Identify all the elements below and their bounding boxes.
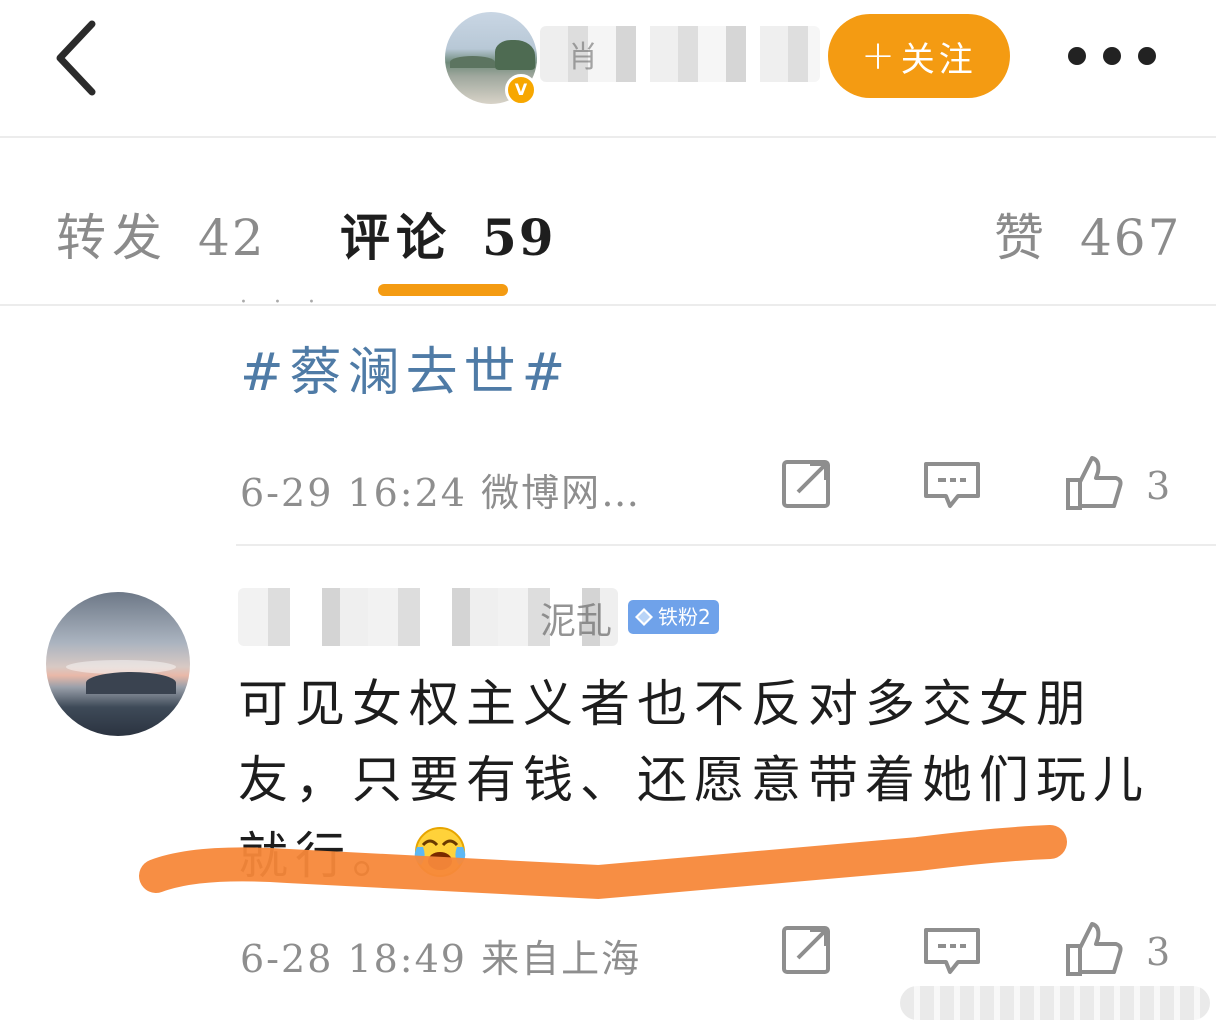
diamond-icon xyxy=(635,608,653,626)
follow-label: 关注 xyxy=(900,39,977,80)
thumbs-up-icon[interactable] xyxy=(1062,452,1126,516)
truncated-text: · · · xyxy=(240,290,325,315)
follow-button[interactable]: + 关注 xyxy=(828,14,1010,98)
plus-icon: + xyxy=(861,33,895,79)
thumbs-up-icon[interactable] xyxy=(1062,918,1126,982)
share-icon[interactable] xyxy=(776,452,840,516)
more-dots-icon[interactable] xyxy=(1068,44,1156,68)
watermark-blurred xyxy=(900,986,1210,1020)
tab-like[interactable]: 赞 467 xyxy=(994,198,1181,270)
fan-level-badge: 铁粉2 xyxy=(628,600,719,634)
comment-icon[interactable] xyxy=(920,452,984,516)
comment-meta: 6-29 16:24 微博网… xyxy=(240,471,642,515)
comment-divider xyxy=(236,544,1216,546)
hashtag-link[interactable]: #蔡澜去世# xyxy=(240,330,571,405)
like-count: 3 xyxy=(1146,930,1171,974)
previous-comment-actions: 6-29 16:24 微博网… 3 xyxy=(240,452,1180,516)
author-name-blurred[interactable]: 肖 xyxy=(540,26,820,82)
laughing-crying-emoji xyxy=(414,827,466,877)
chevron-left-icon[interactable] xyxy=(48,18,108,98)
active-tab-indicator xyxy=(378,284,508,296)
interaction-tabs: 转发 42 评论 59 赞 467 xyxy=(0,140,1216,306)
tab-comment[interactable]: 评论 59 xyxy=(340,198,556,270)
top-nav-bar: V 肖 + 关注 xyxy=(0,0,1216,138)
verified-badge: V xyxy=(505,74,537,106)
commenter-name-blurred[interactable]: 泥乱 xyxy=(238,588,618,646)
comment-text: 可见女权主义者也不反对多交女朋友，只要有钱、还愿意带着她们玩儿就行。 xyxy=(238,675,1150,885)
comment-meta: 6-28 18:49 来自上海 xyxy=(240,937,642,981)
comment-actions: 6-28 18:49 来自上海 3 xyxy=(240,918,1180,982)
comment-icon[interactable] xyxy=(920,918,984,982)
share-icon[interactable] xyxy=(776,918,840,982)
tab-repost[interactable]: 转发 42 xyxy=(56,198,266,270)
commenter-avatar[interactable] xyxy=(46,592,190,736)
like-count: 3 xyxy=(1146,464,1171,508)
